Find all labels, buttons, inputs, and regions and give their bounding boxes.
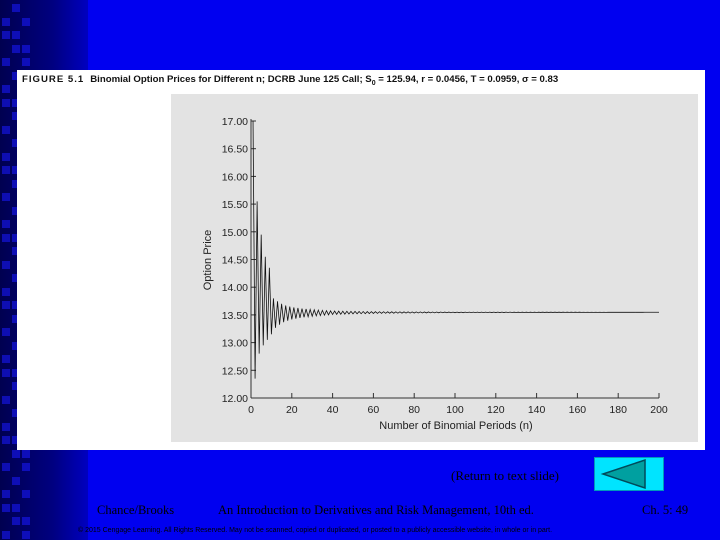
- decorative-square: [22, 17, 30, 26]
- decorative-square: [2, 328, 10, 336]
- footer-authors: Chance/Brooks: [97, 503, 175, 517]
- y-tick-label: 12.50: [222, 365, 248, 377]
- option-price-chart: 12.00 12.50 13.00 13.50 14.00 14.50 15.00 15.50…: [202, 116, 668, 432]
- y-tick-label: 13.50: [222, 310, 248, 322]
- decorative-square: [22, 490, 30, 498]
- decorative-square: [12, 44, 20, 53]
- y-tick-label: 15.00: [222, 227, 248, 239]
- decorative-square: [12, 503, 20, 512]
- figure-caption: FIGURE 5.1 Binomial Option Prices for Dif…: [22, 74, 558, 87]
- decorative-square: [2, 368, 10, 377]
- decorative-square: [2, 17, 10, 26]
- y-tick-label: 16.00: [222, 171, 248, 183]
- decorative-square: [22, 463, 30, 471]
- figure-title: Binomial Option Prices for Different n; …: [90, 74, 372, 85]
- decorative-square: [2, 422, 10, 431]
- decorative-square: [12, 4, 20, 12]
- return-to-text-slide-link[interactable]: (Return to text slide): [451, 468, 559, 484]
- decorative-square: [2, 395, 10, 404]
- x-tick-label: 120: [487, 404, 505, 416]
- y-tick-label: 17.00: [222, 116, 248, 128]
- decorative-square: [2, 31, 10, 39]
- copyright-notice: © 2015 Cengage Learning. All Rights Rese…: [78, 527, 553, 534]
- decorative-square: [22, 449, 30, 458]
- decorative-square: [2, 287, 10, 296]
- plot-area: 12.00 12.50 13.00 13.50 14.00 14.50 15.00 15.50…: [171, 94, 698, 442]
- decorative-square: [12, 476, 20, 485]
- decorative-square: [12, 449, 20, 458]
- decorative-square: [22, 44, 30, 53]
- decorative-square: [12, 31, 20, 39]
- x-tick-label: 180: [609, 404, 627, 416]
- left-triangle-arrow-icon: [600, 458, 646, 490]
- y-tick-label: 13.00: [222, 338, 248, 350]
- y-tick-label: 15.50: [222, 199, 248, 211]
- decorative-square: [2, 530, 10, 539]
- decorative-square: [2, 233, 10, 242]
- x-tick-label: 200: [650, 404, 668, 416]
- decorative-square: [2, 98, 10, 107]
- decorative-square: [2, 436, 10, 444]
- y-tick-label: 12.00: [222, 393, 248, 405]
- x-tick-label: 40: [327, 404, 339, 416]
- decorative-square: [2, 260, 10, 269]
- y-tick-label: 16.50: [222, 144, 248, 156]
- figure-title-params: = 125.94, r = 0.0456, T = 0.0959, σ = 0.…: [375, 74, 559, 85]
- decorative-square: [22, 530, 30, 539]
- decorative-square: [2, 166, 10, 174]
- y-tick-label: 14.00: [222, 282, 248, 294]
- figure-number: FIGURE 5.1: [22, 74, 85, 85]
- x-tick-label: 160: [569, 404, 587, 416]
- y-tick-label: 14.50: [222, 255, 248, 267]
- return-button[interactable]: [594, 457, 664, 491]
- x-tick-label: 100: [446, 404, 464, 416]
- decorative-square: [2, 193, 10, 201]
- decorative-square: [2, 220, 10, 228]
- x-tick-label: 80: [408, 404, 420, 416]
- decorative-square: [2, 125, 10, 134]
- footer-book-title: An Introduction to Derivatives and Risk …: [218, 503, 534, 517]
- decorative-square: [2, 301, 10, 309]
- decorative-square: [2, 503, 10, 512]
- option-price-series-line: [252, 120, 660, 379]
- y-axis-label: Option Price: [202, 230, 214, 291]
- decorative-square: [22, 58, 30, 66]
- footer-page-number: Ch. 5: 49: [642, 503, 689, 517]
- figure-panel: FIGURE 5.1 Binomial Option Prices for Dif…: [17, 70, 705, 450]
- x-tick-label: 140: [528, 404, 546, 416]
- decorative-square: [2, 463, 10, 471]
- decorative-square: [2, 355, 10, 363]
- decorative-square: [22, 517, 30, 525]
- decorative-square: [2, 85, 10, 93]
- decorative-square: [12, 517, 20, 525]
- decorative-square: [2, 58, 10, 66]
- x-tick-label: 60: [368, 404, 380, 416]
- decorative-square: [2, 152, 10, 161]
- decorative-square: [2, 490, 10, 498]
- x-tick-label: 20: [286, 404, 298, 416]
- x-axis-label: Number of Binomial Periods (n): [379, 420, 532, 432]
- x-tick-label: 0: [248, 404, 254, 416]
